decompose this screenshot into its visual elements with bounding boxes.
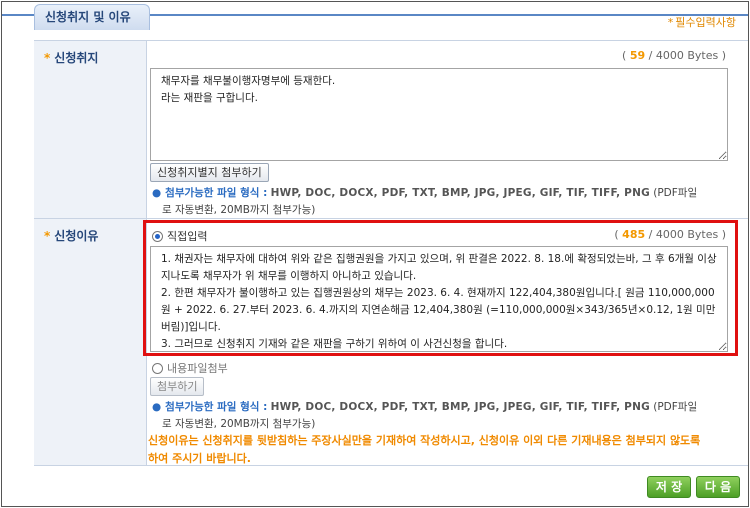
reason-file-attach-label: 내용파일첨부 xyxy=(167,362,228,375)
section-title: 신청취지 및 이유 xyxy=(34,4,150,30)
purpose-hint-tail: (PDF파일 xyxy=(653,187,698,199)
reason-hint-label: 첨부가능한 파일 형식 : xyxy=(165,401,268,413)
purpose-hint-formats: HWP, DOC, DOCX, PDF, TXT, BMP, JPG, JPEG… xyxy=(270,187,650,199)
reason-attach-button[interactable]: 첨부하기 xyxy=(150,377,205,396)
divider xyxy=(34,465,748,466)
reason-notice: 신청이유는 신청취지를 뒷받침하는 주장사실만을 기재하여 작성하시고, 신청이… xyxy=(148,434,701,465)
highlight-box xyxy=(143,220,738,356)
reason-label: * 신청이유 xyxy=(34,219,147,465)
purpose-body: ( 59 / 4000 Bytes ) 채무자를 채무불이행자명부에 등재한다.… xyxy=(148,41,748,218)
purpose-hint-label: 첨부가능한 파일 형식 : xyxy=(165,187,268,199)
reason-hint-line2: 로 자동변환, 20MB까지 첨부가능) xyxy=(162,418,316,430)
purpose-file-hint: ● 첨부가능한 파일 형식 : HWP, DOC, DOCX, PDF, TXT,… xyxy=(152,185,734,219)
purpose-bytes-open: ( xyxy=(622,49,627,62)
reason-file-hint: ● 첨부가능한 파일 형식 : HWP, DOC, DOCX, PDF, TXT,… xyxy=(152,399,734,433)
section-header: 신청취지 및 이유 * 필수입력사항 xyxy=(2,4,748,40)
bullet-icon: ● xyxy=(152,401,162,413)
purpose-label: * 신청취지 xyxy=(34,41,147,218)
save-button[interactable]: 저 장 xyxy=(647,476,691,498)
purpose-hint-line2: 로 자동변환, 20MB까지 첨부가능) xyxy=(162,204,316,216)
reason-file-attach-option[interactable]: 내용파일첨부 xyxy=(152,360,228,376)
purpose-bytes-used: 59 xyxy=(629,49,646,62)
purpose-byte-counter: ( 59 / 4000 Bytes ) xyxy=(622,49,726,62)
purpose-bytes-total: / 4000 Bytes ) xyxy=(648,49,726,62)
purpose-row: * 신청취지 ( 59 / 4000 Bytes ) 채무자를 채무불이행자명부에… xyxy=(34,40,748,218)
purpose-attach-button[interactable]: 신청취지별지 첨부하기 xyxy=(150,163,269,182)
purpose-textarea[interactable]: 채무자를 채무불이행자명부에 등재한다. 라는 재판을 구합니다. xyxy=(150,68,728,161)
reason-required-star: * xyxy=(44,229,51,243)
required-note: * 필수입력사항 xyxy=(668,14,736,32)
required-note-text: 필수입력사항 xyxy=(675,16,736,29)
bullet-icon: ● xyxy=(152,187,162,199)
reason-hint-tail: (PDF파일 xyxy=(653,401,698,413)
radio-unchecked-icon[interactable] xyxy=(152,362,163,374)
purpose-label-text: 신청취지 xyxy=(54,51,99,65)
required-star: * xyxy=(667,16,674,29)
reason-hint-formats: HWP, DOC, DOCX, PDF, TXT, BMP, JPG, JPEG… xyxy=(270,401,650,413)
next-button[interactable]: 다 음 xyxy=(696,476,740,498)
reason-label-text: 신청이유 xyxy=(54,229,99,243)
purpose-required-star: * xyxy=(44,51,51,65)
